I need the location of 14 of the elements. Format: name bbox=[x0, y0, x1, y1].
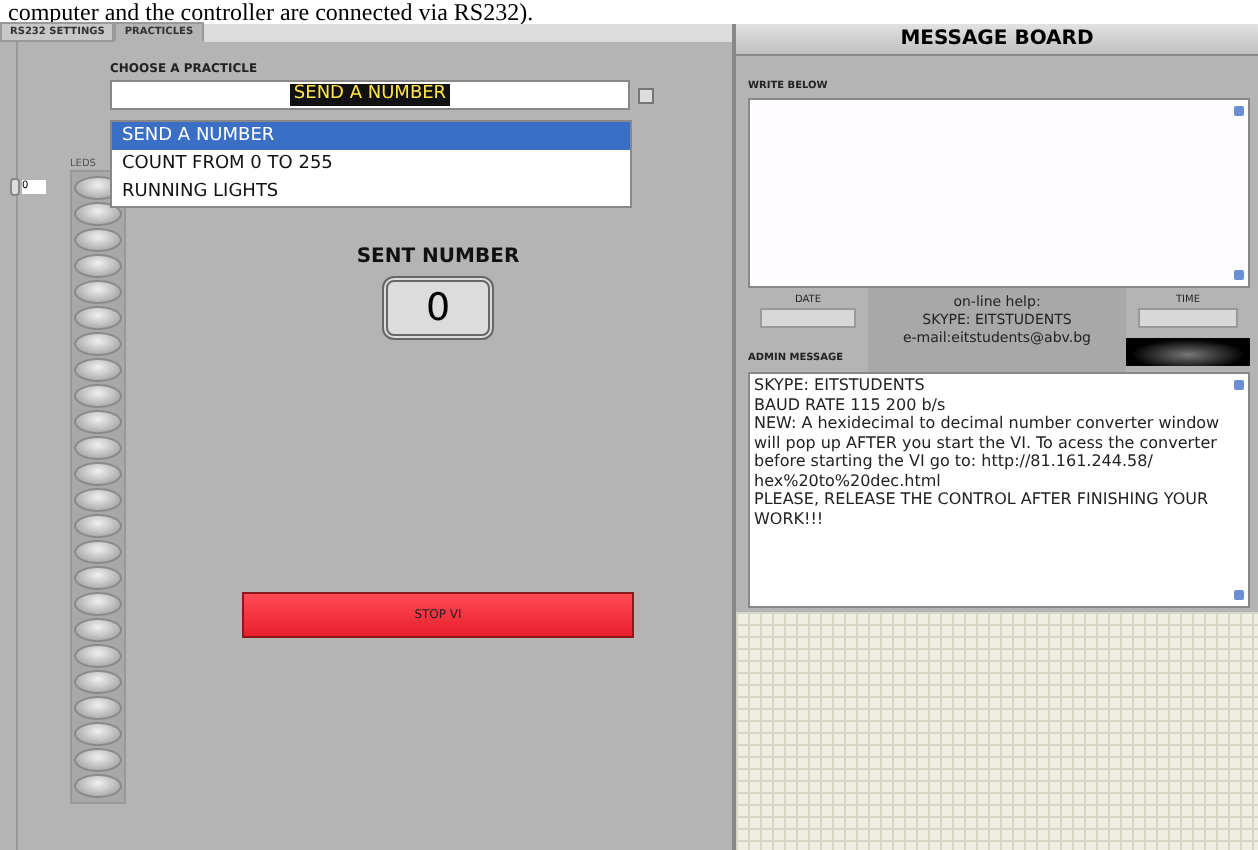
date-field bbox=[760, 308, 856, 328]
number-display: 0 bbox=[382, 276, 494, 340]
time-field bbox=[1138, 308, 1238, 328]
dropdown[interactable]: SEND A NUMBER bbox=[110, 80, 630, 110]
dropdown-option[interactable]: COUNT FROM 0 TO 255 bbox=[112, 150, 630, 178]
message-input[interactable] bbox=[748, 98, 1250, 288]
dropdown-option[interactable]: SEND A NUMBER bbox=[112, 122, 630, 150]
dropdown-button[interactable] bbox=[638, 87, 654, 103]
dropdown-option[interactable]: RUNNING LIGHTS bbox=[112, 178, 630, 206]
admin-message: SKYPE: EITSTUDENTS BAUD RATE 115 200 b/s NEW: A hexidecimal to decimal number converter window will pop up AFTER you start the VI. To acess the converter before starting the VI go to: http://81.161.244.58/ hex%20to%20dec.html PLEASE, RELEASE THE CONTROL AFTER FINISHING YOUR WORK!!! bbox=[754, 376, 1222, 528]
field-label: SENT NUMBER bbox=[356, 246, 520, 268]
panel-title: MESSAGE BOARD bbox=[736, 24, 1258, 56]
status-indicator bbox=[1126, 338, 1250, 366]
selected-value: SEND A NUMBER bbox=[289, 84, 451, 106]
